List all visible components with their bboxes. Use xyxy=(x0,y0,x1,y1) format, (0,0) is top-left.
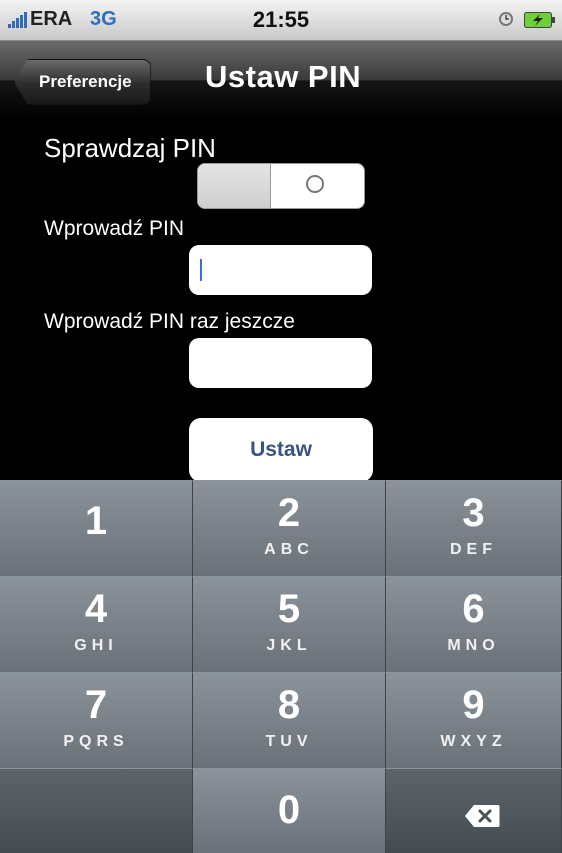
key-5[interactable]: 5 JKL xyxy=(193,576,386,672)
key-delete[interactable] xyxy=(386,768,562,853)
key-4[interactable]: 4 GHI xyxy=(0,576,193,672)
text-cursor xyxy=(200,259,202,281)
check-pin-switch[interactable] xyxy=(197,163,365,209)
key-3[interactable]: 3 DEF xyxy=(386,480,562,576)
set-pin-button[interactable]: Ustaw xyxy=(189,418,373,482)
key-digit: 3 xyxy=(462,491,485,535)
key-digit: 6 xyxy=(462,587,485,631)
key-0[interactable]: 0 xyxy=(193,768,386,853)
status-time: 21:55 xyxy=(252,7,310,32)
key-letters: MNO xyxy=(447,637,500,654)
switch-knob[interactable] xyxy=(198,164,271,208)
status-bar: ERA 3G 21:55 xyxy=(0,0,562,41)
battery-charging-icon xyxy=(524,12,555,28)
pin-input[interactable] xyxy=(189,245,372,295)
key-letters: WXYZ xyxy=(440,733,507,750)
back-button[interactable]: Preferencje xyxy=(14,59,151,105)
key-digit: 0 xyxy=(277,788,301,832)
key-digit: 5 xyxy=(277,587,301,631)
pin-label: Wprowadź PIN xyxy=(44,217,185,240)
key-letters: DEF xyxy=(450,541,497,558)
navigation-bar: Preferencje Ustaw PIN xyxy=(0,41,562,119)
check-pin-label: Sprawdzaj PIN xyxy=(44,133,216,163)
key-7[interactable]: 7 PQRS xyxy=(0,672,193,768)
key-8[interactable]: 8 TUV xyxy=(193,672,386,768)
pin-repeat-input[interactable] xyxy=(189,338,372,388)
pin-repeat-label: Wprowadź PIN raz jeszcze xyxy=(44,310,295,333)
key-digit: 7 xyxy=(84,683,108,727)
key-6[interactable]: 6 MNO xyxy=(386,576,562,672)
key-letters: TUV xyxy=(265,733,313,750)
switch-off-icon xyxy=(306,175,324,193)
key-letters: ABC xyxy=(264,541,314,558)
key-2[interactable]: 2 ABC xyxy=(193,480,386,576)
clock-icon xyxy=(499,12,513,26)
page-title: Ustaw PIN xyxy=(205,59,362,94)
key-digit: 8 xyxy=(277,683,301,727)
key-letters: PQRS xyxy=(63,733,129,750)
key-9[interactable]: 9 WXYZ xyxy=(386,672,562,768)
key-letters: GHI xyxy=(74,637,118,654)
key-digit: 4 xyxy=(84,587,108,631)
key-letters: JKL xyxy=(266,637,312,654)
key-blank xyxy=(0,768,193,853)
key-digit: 2 xyxy=(277,491,301,535)
key-digit: 1 xyxy=(84,499,108,543)
delete-icon xyxy=(465,805,500,827)
key-1[interactable]: 1 xyxy=(0,480,193,576)
numeric-keypad: 1 2 ABC 3 DEF 4 GHI 5 JKL 6 MNO 7 PQRS 8… xyxy=(0,480,562,853)
key-digit: 9 xyxy=(462,683,485,727)
